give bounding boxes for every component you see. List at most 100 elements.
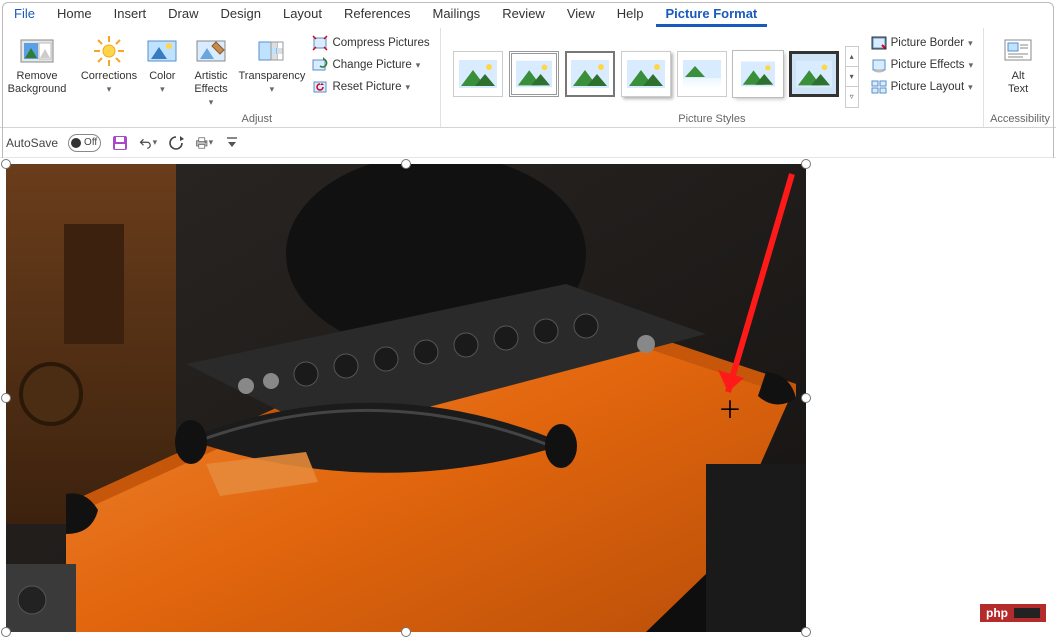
remove-background-button[interactable]: Remove Background — [6, 30, 68, 96]
alt-text-button[interactable]: Alt Text — [990, 30, 1046, 96]
corrections-label: Corrections — [81, 70, 137, 83]
style-preset-4[interactable] — [621, 51, 671, 97]
alt-text-icon — [1001, 34, 1035, 68]
crosshair-cursor: ＋ — [718, 390, 742, 425]
style-preset-2[interactable] — [509, 51, 559, 97]
qat-customize[interactable] — [223, 134, 241, 152]
change-picture-icon — [312, 57, 328, 73]
chevron-down-icon: ▾ — [153, 137, 158, 148]
chevron-down-icon: ▾ — [968, 38, 973, 49]
resize-handle-top-middle[interactable] — [401, 159, 411, 169]
chevron-down-icon: ▾ — [406, 82, 411, 93]
ribbon-tabstrip: File Home Insert Draw Design Layout Refe… — [0, 0, 1056, 28]
style-preset-3[interactable] — [565, 51, 615, 97]
artistic-effects-label: Artistic Effects — [194, 70, 227, 96]
color-button[interactable]: Color ▾ — [140, 30, 185, 96]
picture-effects-label: Picture Effects — [891, 59, 965, 71]
picture-border-icon — [871, 35, 887, 51]
remove-background-icon — [20, 34, 54, 68]
watermark-badge: php — [980, 604, 1046, 622]
style-preset-5[interactable] — [677, 51, 727, 97]
group-label-adjust: Adjust — [80, 111, 434, 127]
chevron-down-icon: ▾ — [270, 83, 275, 96]
group-label-accessibility: Accessibility — [990, 111, 1050, 127]
tab-view[interactable]: View — [557, 2, 605, 27]
picture-border-label: Picture Border — [891, 37, 965, 49]
transparency-label: Transparency — [238, 70, 305, 83]
change-picture-button[interactable]: Change Picture ▾ — [308, 54, 433, 76]
tab-draw[interactable]: Draw — [158, 2, 208, 27]
reset-picture-button[interactable]: Reset Picture ▾ — [308, 76, 433, 98]
tab-insert[interactable]: Insert — [104, 2, 157, 27]
sun-icon — [92, 34, 126, 68]
transparency-icon — [255, 34, 289, 68]
gallery-expand[interactable]: ▿ — [846, 87, 858, 106]
undo-button[interactable]: ▾ — [139, 134, 157, 152]
save-icon — [112, 135, 128, 151]
inserted-image — [6, 164, 806, 632]
picture-effects-button[interactable]: Picture Effects ▾ — [867, 54, 977, 76]
selected-picture[interactable]: ＋ — [6, 164, 806, 632]
chevron-down-icon: ▾ — [209, 137, 214, 148]
compress-icon — [312, 35, 328, 51]
reset-picture-icon — [312, 79, 328, 95]
tab-mailings[interactable]: Mailings — [423, 2, 491, 27]
reset-picture-label: Reset Picture — [332, 81, 401, 93]
transparency-button[interactable]: Transparency ▾ — [237, 30, 306, 96]
ribbon: Remove Background Corrections ▾ Color ▾ … — [0, 28, 1056, 128]
tab-help[interactable]: Help — [607, 2, 654, 27]
chevron-down-icon: ▾ — [107, 83, 112, 96]
resize-handle-top-left[interactable] — [1, 159, 11, 169]
picture-styles-gallery: ▴ ▾ ▿ — [447, 30, 865, 111]
chevron-down-icon: ▾ — [160, 83, 165, 96]
undo-icon — [139, 135, 152, 151]
resize-handle-middle-left[interactable] — [1, 393, 11, 403]
picture-border-button[interactable]: Picture Border ▾ — [867, 32, 977, 54]
chevron-down-icon: ▾ — [209, 96, 214, 109]
picture-layout-icon — [871, 79, 887, 95]
style-preset-1[interactable] — [453, 51, 503, 97]
print-button[interactable]: ▾ — [195, 134, 213, 152]
customize-icon — [226, 136, 238, 150]
picture-layout-button[interactable]: Picture Layout ▾ — [867, 76, 977, 98]
corrections-button[interactable]: Corrections ▾ — [80, 30, 138, 96]
gallery-scroll-up[interactable]: ▴ — [846, 47, 858, 67]
picture-effects-icon — [871, 57, 887, 73]
artistic-effects-button[interactable]: Artistic Effects ▾ — [187, 30, 236, 109]
chevron-down-icon: ▾ — [416, 60, 421, 71]
toggle-knob — [71, 138, 81, 148]
style-preset-6[interactable] — [733, 51, 783, 97]
compress-label: Compress Pictures — [332, 37, 429, 49]
chevron-down-icon: ▾ — [969, 60, 974, 71]
gallery-scroll-down[interactable]: ▾ — [846, 67, 858, 87]
artistic-effects-icon — [194, 34, 228, 68]
tab-design[interactable]: Design — [211, 2, 271, 27]
picture-layout-label: Picture Layout — [891, 81, 965, 93]
compress-pictures-button[interactable]: Compress Pictures — [308, 32, 433, 54]
tab-references[interactable]: References — [334, 2, 420, 27]
tab-layout[interactable]: Layout — [273, 2, 332, 27]
resize-handle-top-right[interactable] — [801, 159, 811, 169]
redo-icon — [168, 135, 184, 151]
printer-icon — [195, 135, 208, 151]
save-button[interactable] — [111, 134, 129, 152]
alt-text-label: Alt Text — [1008, 70, 1028, 96]
quick-access-toolbar: AutoSave Off ▾ ▾ — [0, 128, 1056, 158]
chevron-down-icon: ▾ — [968, 82, 973, 93]
redo-button[interactable] — [167, 134, 185, 152]
picture-color-icon — [145, 34, 179, 68]
style-preset-7[interactable] — [789, 51, 839, 97]
autosave-state: Off — [84, 137, 97, 148]
watermark-bar — [1014, 608, 1040, 618]
tab-home[interactable]: Home — [47, 2, 102, 27]
resize-handle-middle-right[interactable] — [801, 393, 811, 403]
document-canvas[interactable]: ＋ php — [0, 158, 1056, 636]
remove-background-label: Remove Background — [8, 70, 67, 96]
autosave-toggle[interactable]: Off — [68, 134, 101, 152]
gallery-scroll: ▴ ▾ ▿ — [845, 46, 859, 108]
watermark-text: php — [986, 606, 1008, 620]
tab-file[interactable]: File — [4, 2, 45, 27]
color-label: Color — [149, 70, 175, 83]
tab-review[interactable]: Review — [492, 2, 555, 27]
tab-picture-format[interactable]: Picture Format — [656, 2, 768, 27]
